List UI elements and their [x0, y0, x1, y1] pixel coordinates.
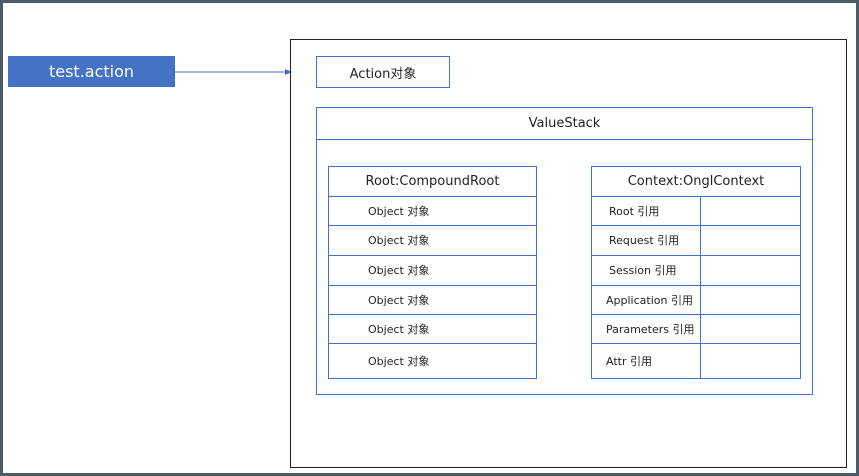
context-row-label: Root 引用	[609, 205, 660, 218]
context-row-label: Request 引用	[609, 234, 680, 247]
root-row: Object 对象	[328, 197, 537, 225]
root-row-label: Object 对象	[368, 294, 430, 307]
root-row: Object 对象	[328, 225, 537, 255]
root-row-label: Object 对象	[368, 322, 430, 336]
context-row: Attr 引用	[591, 343, 700, 379]
context-table-title: Context:OnglContext	[627, 173, 765, 189]
root-row: Object 对象	[328, 343, 537, 379]
root-row-label: Object 对象	[368, 264, 430, 277]
root-row: Object 对象	[328, 255, 537, 285]
context-row-label: Application 引用	[606, 293, 693, 307]
context-row-label: Parameters 引用	[606, 322, 695, 336]
context-row: Request 引用	[591, 225, 700, 255]
value-stack-header: ValueStack	[316, 107, 813, 140]
context-table-header: Context:OnglContext	[591, 166, 801, 197]
context-row-label: Session 引用	[609, 264, 677, 277]
value-stack-title: ValueStack	[528, 115, 601, 131]
context-row: Parameters 引用	[591, 314, 700, 343]
root-row-label: Object 对象	[368, 234, 430, 247]
action-object-box: Action对象	[316, 56, 450, 88]
root-table-title: Root:CompoundRoot	[365, 173, 500, 189]
root-table-header: Root:CompoundRoot	[328, 166, 537, 197]
action-object-label: Action对象	[349, 66, 417, 82]
root-row: Object 对象	[328, 285, 537, 315]
context-row: Session 引用	[591, 255, 700, 285]
context-row: Application 引用	[591, 285, 700, 314]
root-row: Object 对象	[328, 314, 537, 343]
context-row-label: Attr 引用	[606, 355, 652, 368]
context-row: Root 引用	[591, 197, 700, 225]
root-row-label: Object 对象	[368, 355, 430, 368]
root-row-label: Object 对象	[368, 205, 430, 218]
